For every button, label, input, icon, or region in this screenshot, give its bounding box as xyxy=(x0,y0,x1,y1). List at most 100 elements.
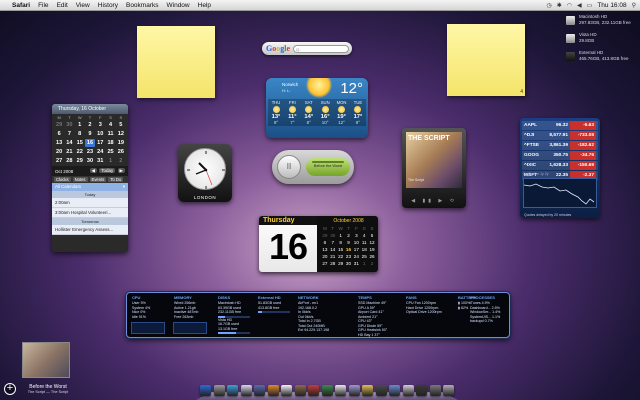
ical-next-button[interactable]: ▶ xyxy=(117,168,125,173)
calendar-day[interactable]: 25 xyxy=(105,148,115,156)
stock-row[interactable]: GOOG 350.75 -34.76 xyxy=(522,151,598,160)
calendar-day[interactable]: 7 xyxy=(64,130,74,138)
tab-notes[interactable]: Notes xyxy=(72,177,88,182)
dock-app-icon[interactable] xyxy=(267,385,279,396)
time-machine-icon[interactable]: ◷ xyxy=(546,2,551,9)
calendar-day[interactable]: 12 xyxy=(116,130,126,138)
calendar-day[interactable]: 26 xyxy=(116,148,126,156)
calendar-day[interactable]: 4 xyxy=(360,232,368,239)
calendar-day-selected[interactable]: 16 xyxy=(345,246,353,253)
calendar-day[interactable]: 22 xyxy=(75,148,85,156)
calendar-day[interactable]: 11 xyxy=(360,239,368,246)
calendar-day[interactable]: 1 xyxy=(337,232,345,239)
list-item[interactable]: 2:00am xyxy=(52,198,128,208)
dock-app-icon[interactable] xyxy=(402,385,414,396)
calendar-day[interactable]: 26 xyxy=(368,253,376,260)
dock-app-icon[interactable] xyxy=(281,385,292,396)
menu-file[interactable]: File xyxy=(38,2,48,9)
calendar-day[interactable]: 18 xyxy=(360,246,368,253)
chevron-down-icon[interactable]: ▾ xyxy=(123,184,125,190)
dock-app-icon[interactable] xyxy=(294,385,306,396)
dock-app-icon[interactable] xyxy=(321,385,333,396)
stock-change[interactable]: -150.69 xyxy=(570,161,596,170)
calendar-day[interactable]: 6 xyxy=(321,239,329,246)
dock-app-icon[interactable] xyxy=(254,385,265,396)
calendar-day[interactable]: 9 xyxy=(85,130,95,138)
calendar-day[interactable]: 9 xyxy=(345,239,353,246)
calendar-day[interactable]: 23 xyxy=(85,148,95,156)
dock-app-icon[interactable] xyxy=(240,385,252,396)
dock-app-icon[interactable] xyxy=(227,385,238,396)
calendar-day[interactable]: 1 xyxy=(75,121,85,129)
calendar-day[interactable]: 14 xyxy=(329,246,337,253)
calendar-day[interactable]: 28 xyxy=(329,260,337,267)
stock-row[interactable]: ^IXIC 1,628.33 -150.69 xyxy=(522,161,598,170)
google-search-input[interactable]: Q- xyxy=(293,44,349,53)
dock-app-icon[interactable] xyxy=(308,385,319,396)
calendar-day[interactable]: 2 xyxy=(368,260,376,267)
calendar-day[interactable]: 3 xyxy=(352,232,360,239)
calendar-day[interactable]: 29 xyxy=(54,121,64,129)
add-widget-button[interactable]: + xyxy=(4,383,16,395)
calendar-day[interactable]: 17 xyxy=(352,246,360,253)
menu-window[interactable]: Window xyxy=(167,2,190,9)
menu-help[interactable]: Help xyxy=(198,2,211,9)
calendar-day[interactable]: 8 xyxy=(337,239,345,246)
dock-app-icon[interactable] xyxy=(362,385,373,396)
calendar-day[interactable]: 5 xyxy=(116,121,126,129)
drive-external-hd[interactable]: External HD 465.76GB, 413.8GB free xyxy=(566,50,636,62)
calendar-day[interactable]: 20 xyxy=(54,148,64,156)
menu-bookmarks[interactable]: Bookmarks xyxy=(126,2,159,9)
calendar-day[interactable]: 8 xyxy=(75,130,85,138)
dock-app-icon[interactable] xyxy=(429,385,441,396)
calendar-day[interactable]: 11 xyxy=(105,130,115,138)
stock-row[interactable]: ^FTSE 3,861.39 -182.62 xyxy=(522,141,598,150)
dock-app-icon[interactable] xyxy=(416,385,427,396)
menu-view[interactable]: View xyxy=(76,2,90,9)
tab-events[interactable]: Events xyxy=(89,177,107,182)
dock-app-icon[interactable] xyxy=(348,385,360,396)
battery-icon[interactable]: ▭ xyxy=(587,2,593,9)
stock-change[interactable]: -182.62 xyxy=(570,141,596,150)
stock-row[interactable]: ^DJI 8,577.91 -733.08 xyxy=(522,131,598,140)
calendar-day[interactable]: 13 xyxy=(54,139,64,147)
calendar-day[interactable]: 30 xyxy=(329,232,337,239)
wifi-icon[interactable]: ◠ xyxy=(567,2,572,9)
ical-calendar-selector[interactable]: All Calendars xyxy=(55,184,81,190)
weather-widget[interactable]: Norwich H: L: 12° THU 13° 9° FRI 11° 7° SAT 1… xyxy=(266,78,368,138)
calendar-day[interactable]: 31 xyxy=(95,157,105,165)
calendar-day[interactable]: 30 xyxy=(64,121,74,129)
dock-app-icon[interactable] xyxy=(335,385,346,396)
calendar-day[interactable]: 14 xyxy=(64,139,74,147)
sticky-note-right[interactable]: 4 xyxy=(447,24,525,96)
stock-change[interactable]: -34.76 xyxy=(570,151,596,160)
dock-app-icon[interactable] xyxy=(389,385,400,396)
ical-prev-button[interactable]: ◀ xyxy=(89,168,97,173)
sticky-note-left[interactable] xyxy=(137,26,215,98)
calendar-day[interactable]: 19 xyxy=(368,246,376,253)
calendar-day[interactable]: 24 xyxy=(95,148,105,156)
calendar-day[interactable]: 27 xyxy=(54,157,64,165)
calendar-day[interactable]: 6 xyxy=(54,130,64,138)
drive-vista-hd[interactable]: Vista HD 29.8GB xyxy=(566,32,636,44)
menu-app-name[interactable]: Safari xyxy=(12,2,30,9)
track-progress[interactable] xyxy=(312,161,344,163)
now-playing[interactable]: Before the Worst The Script — The Script xyxy=(22,342,74,398)
dock-app-icon[interactable] xyxy=(200,385,211,396)
calendar-day[interactable]: 13 xyxy=(321,246,329,253)
calendar-day[interactable]: 10 xyxy=(95,130,105,138)
dock-app-icon[interactable] xyxy=(375,385,387,396)
album-cover[interactable]: THE SCRIPT The Script xyxy=(406,132,462,188)
calendar-day[interactable]: 30 xyxy=(85,157,95,165)
calendar-day[interactable]: 2 xyxy=(85,121,95,129)
calendar-day[interactable]: 31 xyxy=(352,260,360,267)
ical-today-button[interactable]: Today xyxy=(99,168,116,173)
menu-history[interactable]: History xyxy=(98,2,118,9)
calendar-day[interactable]: 5 xyxy=(368,232,376,239)
calendar-day[interactable]: 24 xyxy=(352,253,360,260)
calendar-day[interactable]: 28 xyxy=(64,157,74,165)
calendar-day[interactable]: 18 xyxy=(105,139,115,147)
calendar-day[interactable]: 10 xyxy=(352,239,360,246)
drive-macintosh-hd[interactable]: Macintosh HD 297.83GB, 232.11GB free xyxy=(566,14,636,26)
list-item[interactable]: 3:00am Hospital Volunteeri... xyxy=(52,208,128,218)
